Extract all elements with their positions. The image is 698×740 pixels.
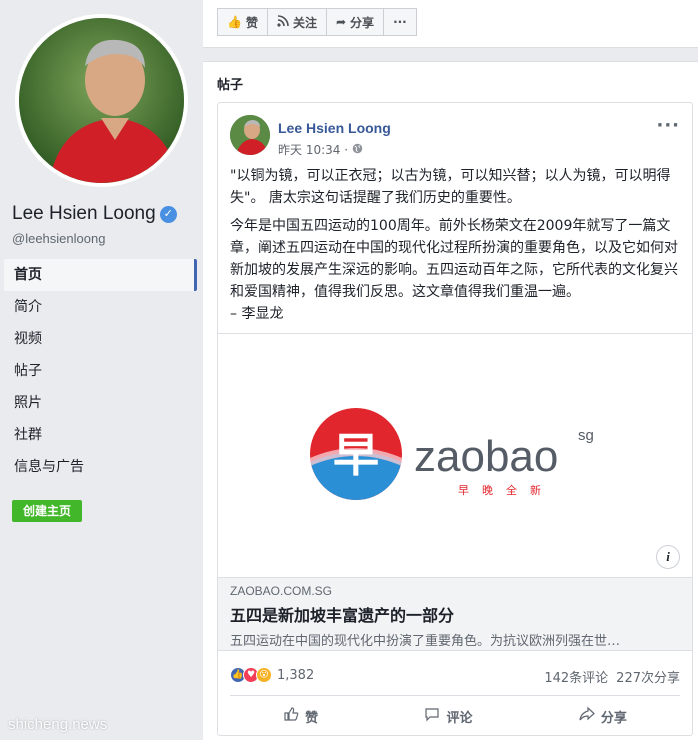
thumbs-up-icon (283, 706, 299, 726)
follow-button[interactable]: 关注 (266, 8, 327, 36)
post-signature: – 李显龙 (230, 306, 284, 322)
comment-label: 评论 (446, 710, 473, 726)
like-label: 赞 (305, 710, 319, 726)
page-handle: @leehsienloong (12, 231, 106, 246)
like-button[interactable]: 赞 (283, 706, 318, 726)
link-title[interactable]: 五四是新加坡丰富遗产的一部分 (230, 602, 680, 626)
post-paragraph-1: "以铜为镜，可以正衣冠；以古为镜，可以知兴替；以人为镜，可以明得失"。 唐太宗这… (230, 168, 671, 206)
page-name-text[interactable]: Lee Hsien Loong (12, 203, 156, 225)
sidebar-item-videos[interactable]: 视频 (4, 323, 197, 355)
sidebar-item-community[interactable]: 社群 (4, 419, 197, 451)
zaobao-logo: 早 zaobao sg 早 晚 全 新 (310, 408, 594, 500)
watermark: shicheng.news (8, 716, 108, 733)
posts-section-title: 帖子 (217, 78, 244, 93)
comment-button[interactable]: 评论 (424, 706, 473, 726)
post-card: Lee Hsien Loong 昨天 10:34 · ··· "以铜为镜，可以正… (217, 102, 693, 736)
globe-icon (352, 143, 363, 157)
sidebar-item-posts[interactable]: 帖子 (4, 355, 197, 387)
zaobao-tagline-char-3: 全 (506, 483, 517, 497)
reactions-summary[interactable]: 👍 ♥ 😮 1,382 (230, 663, 314, 687)
post-timestamp[interactable]: 昨天 10:34 · (278, 141, 348, 158)
link-preview-meta[interactable]: ZAOBAO.COM.SG 五四是新加坡丰富遗产的一部分 五四运动在中国的现代化… (218, 577, 692, 651)
link-description: 五四运动在中国的现代化中扮演了重要角色。为抗议欧洲列强在世… (230, 634, 621, 649)
sidebar-item-home[interactable]: 首页 (4, 259, 197, 291)
page-name[interactable]: Lee Hsien Loong ✓ (12, 203, 177, 225)
author-avatar[interactable] (230, 115, 270, 155)
wow-reaction-icon: 😮 (256, 667, 272, 683)
share-page-button[interactable]: ➦ 分享 (325, 8, 385, 36)
zaobao-tagline-char-2: 晚 (482, 484, 493, 497)
post-body: "以铜为镜，可以正衣冠；以古为镜，可以知兴替；以人为镜，可以明得失"。 唐太宗这… (230, 165, 680, 329)
follow-label: 关注 (292, 15, 317, 30)
post-actions: 赞 评论 分享 (230, 699, 680, 733)
profile-picture[interactable] (15, 14, 188, 187)
post-stats: 142条评论 227次分享 (544, 667, 680, 686)
post-meta: 昨天 10:34 · (278, 141, 363, 158)
comment-bubble-icon (424, 706, 440, 726)
reaction-count: 1,382 (277, 667, 315, 683)
share-button[interactable]: 分享 (579, 706, 627, 726)
post-author-name[interactable]: Lee Hsien Loong (278, 120, 391, 136)
more-options-label: ··· (393, 15, 407, 29)
post-paragraph-2: 今年是中国五四运动的100周年。前外长杨荣文在2009年就写了一篇文章，阐述五四… (230, 218, 678, 300)
verified-badge-icon: ✓ (159, 205, 177, 223)
info-icon[interactable]: i (656, 545, 680, 569)
more-options-button[interactable]: ··· (383, 8, 417, 36)
share-arrow-icon: ➦ (335, 15, 347, 29)
link-preview-image[interactable]: 早 zaobao sg 早 晚 全 新 i (218, 333, 692, 577)
post-more-options-button[interactable]: ··· (656, 115, 680, 136)
share-page-label: 分享 (350, 15, 375, 30)
like-page-button[interactable]: 👍 赞 (217, 8, 268, 36)
left-sidebar: Lee Hsien Loong ✓ @leehsienloong 首页 简介 视… (0, 0, 203, 740)
create-page-button[interactable]: 创建主页 (12, 500, 82, 522)
page-action-bar: 👍 赞 关注 ➦ 分享 ··· (203, 0, 698, 48)
share-label: 分享 (600, 710, 627, 726)
sidebar-nav: 首页 简介 视频 帖子 照片 社群 信息与广告 (4, 259, 197, 483)
share-arrow-icon (579, 706, 595, 726)
like-page-label: 赞 (245, 15, 258, 30)
zaobao-logo-suffix: sg (578, 427, 594, 444)
zaobao-logo-char: 早 (333, 428, 379, 482)
sidebar-item-info-ads[interactable]: 信息与广告 (4, 451, 197, 483)
rss-icon (277, 14, 289, 30)
zaobao-tagline-char-1: 早 (458, 484, 469, 497)
share-count[interactable]: 227次分享 (616, 667, 680, 686)
sidebar-item-photos[interactable]: 照片 (4, 387, 197, 419)
link-domain: ZAOBAO.COM.SG (230, 584, 333, 598)
thumbs-up-icon: 👍 (227, 15, 242, 29)
zaobao-tagline-char-4: 新 (530, 483, 541, 497)
zaobao-logo-word: zaobao (414, 432, 558, 481)
comment-count[interactable]: 142条评论 (544, 667, 608, 686)
actions-divider (230, 695, 680, 696)
sidebar-item-about[interactable]: 简介 (4, 291, 197, 323)
post-container: Lee Hsien Loong 昨天 10:34 · ··· "以铜为镜，可以正… (203, 96, 698, 740)
